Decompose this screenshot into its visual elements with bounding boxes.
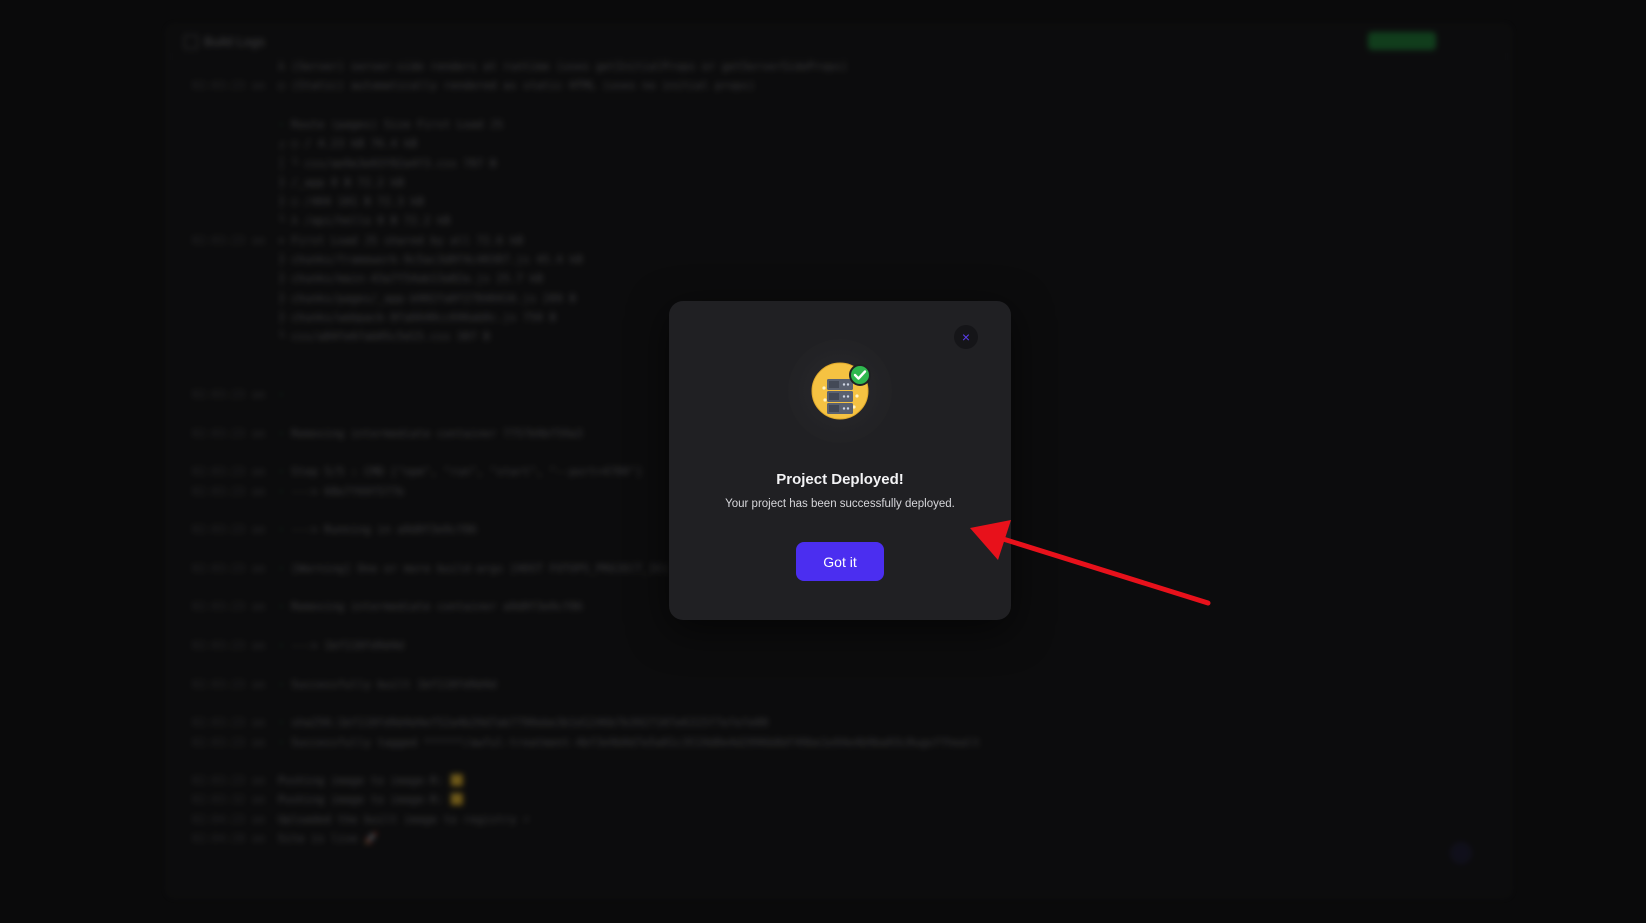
annotation-arrow (970, 520, 1211, 606)
